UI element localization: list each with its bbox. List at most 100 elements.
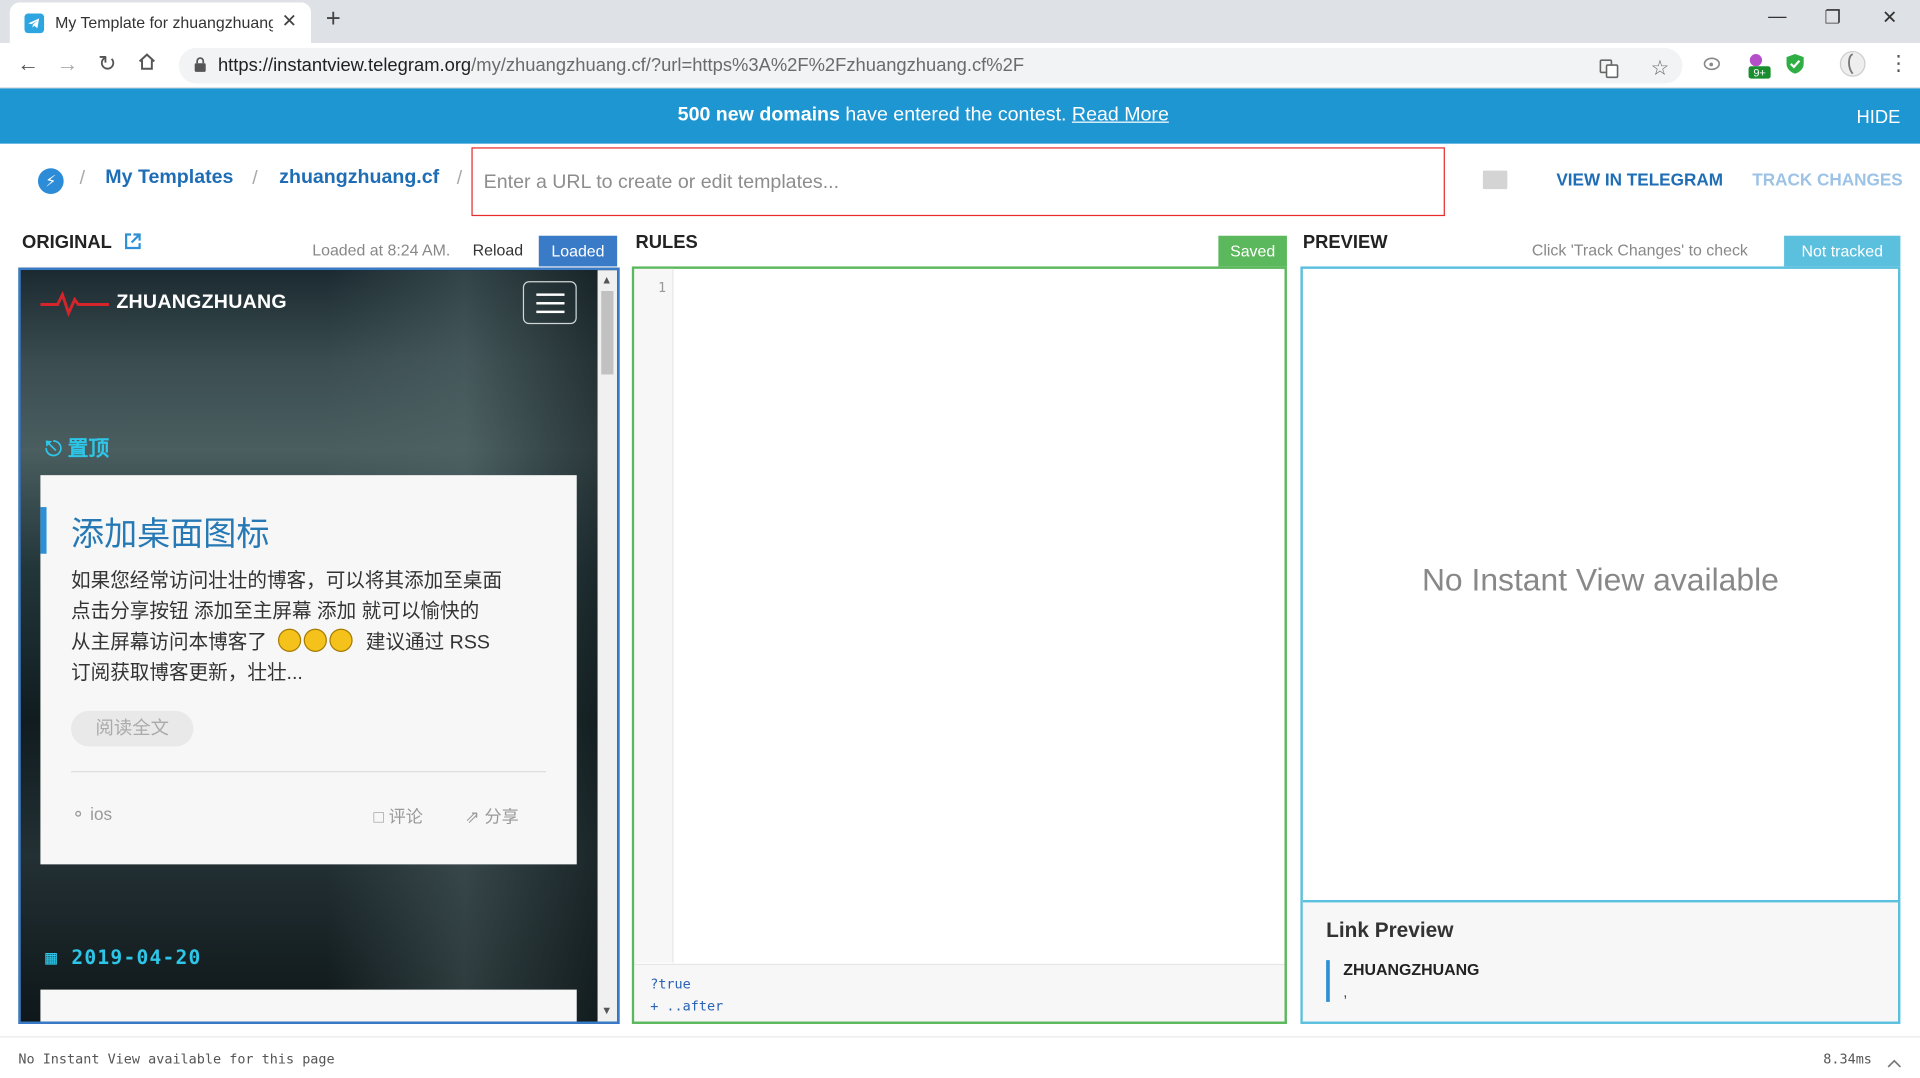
hamburger-menu-icon[interactable]: [522, 281, 577, 325]
view-in-telegram-button[interactable]: VIEW IN TELEGRAM: [1556, 169, 1723, 189]
breadcrumb-my-templates[interactable]: My Templates: [105, 167, 233, 189]
minimize-button[interactable]: —: [1768, 6, 1786, 27]
banner-hide-button[interactable]: HIDE: [1857, 107, 1901, 128]
banner-text: have entered the contest.: [839, 104, 1072, 126]
breadcrumb-separator: /: [252, 168, 258, 190]
track-changes-button[interactable]: TRACK CHANGES: [1752, 169, 1902, 189]
post-tag[interactable]: ⚬ ios: [71, 804, 112, 825]
post-excerpt-line: 如果您经常访问壮壮的博客，可以将其添加至桌面: [71, 570, 503, 592]
telegram-favicon-icon: [24, 13, 45, 34]
site-name[interactable]: ZHUANGZHUANG: [116, 292, 287, 314]
share-link[interactable]: ⇗ 分享: [465, 804, 518, 829]
profile-avatar[interactable]: [1839, 50, 1866, 82]
original-scrollbar[interactable]: ▲ ▼: [597, 270, 618, 1022]
console-line: + ..after: [650, 998, 724, 1015]
address-bar[interactable]: https://instantview.telegram.org/my/zhua…: [178, 47, 1683, 84]
banner-bold-text: 500 new domains: [677, 104, 840, 126]
placeholder-square-icon: [1482, 170, 1508, 190]
site-logo-icon: [40, 290, 109, 318]
line-number: 1: [658, 279, 667, 296]
scrollbar-thumb[interactable]: [601, 290, 614, 375]
template-url-input[interactable]: [483, 164, 1415, 202]
shield-icon[interactable]: [1785, 53, 1805, 80]
original-page-frame[interactable]: ZHUANGZHUANG ⎋ 置顶 添加桌面图标 如果您经常访问壮壮的博客，可以…: [18, 267, 620, 1024]
close-window-button[interactable]: ✕: [1882, 6, 1897, 28]
reload-icon[interactable]: ↻: [98, 52, 116, 78]
post-excerpt-line: 订阅获取博客更新，壮壮...: [71, 663, 303, 684]
scroll-down-arrow-icon[interactable]: ▼: [601, 1004, 612, 1016]
original-panel-title: ORIGINAL: [22, 232, 112, 253]
track-changes-hint: Click 'Track Changes' to check: [1531, 240, 1748, 260]
rules-output-console: ?true + ..after: [634, 963, 1285, 1022]
browser-tab[interactable]: My Template for zhuangzhuang.cf ✕: [9, 2, 312, 43]
chevron-up-icon[interactable]: [1887, 1052, 1902, 1074]
console-line: ?true: [650, 976, 691, 993]
translate-icon[interactable]: [1599, 59, 1619, 84]
post-tag-text: ios: [90, 804, 113, 824]
new-tab-button[interactable]: +: [326, 5, 341, 34]
grin-emoji-icon: [303, 628, 327, 652]
post-excerpt-fragment: 建议通过 RSS: [365, 632, 490, 654]
tag-icon: ⚬: [71, 804, 86, 824]
link-preview-section: Link Preview ZHUANGZHUANG ,: [1302, 899, 1898, 1022]
post-title-accent: [40, 507, 47, 554]
post-date-row: ▦ 2019-04-20: [45, 945, 201, 968]
breadcrumb-separator: /: [456, 168, 463, 190]
post-date: 2019-04-20: [71, 945, 202, 969]
pinned-text: 置顶: [67, 437, 110, 461]
preview-frame: No Instant View available Link Preview Z…: [1300, 266, 1901, 1024]
url-host: https://instantview.telegram.org: [217, 55, 472, 77]
external-link-icon[interactable]: [124, 232, 142, 257]
link-preview-site-name: ZHUANGZHUANG: [1343, 960, 1480, 979]
pinned-label: ⎋ 置顶: [45, 431, 109, 462]
comment-text: 评论: [388, 806, 423, 827]
browser-toolbar: ← → ↻ https://instantview.telegram.org/m…: [0, 42, 1920, 89]
line-number-gutter: 1: [634, 268, 674, 963]
link-preview-accent: [1326, 960, 1330, 1002]
post-excerpt: 如果您经常访问壮壮的博客，可以将其添加至桌面 点击分享按钮 添加至主屏幕 添加 …: [71, 566, 561, 689]
breadcrumb-domain[interactable]: zhuangzhuang.cf: [279, 167, 439, 189]
read-more-button[interactable]: 阅读全文: [71, 710, 194, 747]
back-arrow-icon[interactable]: ←: [17, 52, 39, 78]
link-preview-title: Link Preview: [1326, 918, 1454, 942]
next-post-card: [40, 989, 577, 1022]
extension-badge-count: 9+: [1753, 68, 1766, 80]
preview-panel-title: PREVIEW: [1302, 232, 1388, 253]
banner-message: 500 new domains have entered the contest…: [0, 104, 1847, 126]
grin-emoji-icon: [277, 628, 302, 652]
post-title[interactable]: 添加桌面图标: [71, 507, 269, 555]
tab-close-icon[interactable]: ✕: [282, 10, 297, 32]
banner-read-more-link[interactable]: Read More: [1072, 104, 1169, 125]
post-excerpt-fragment: 从主屏幕访问本博客了: [71, 632, 267, 654]
rules-editor[interactable]: 1 ?true + ..after: [631, 266, 1287, 1024]
template-url-field[interactable]: [471, 147, 1445, 217]
status-message: No Instant View available for this page: [18, 1050, 335, 1067]
bookmark-star-icon[interactable]: ☆: [1651, 56, 1670, 81]
scroll-up-arrow-icon[interactable]: ▲: [601, 274, 612, 286]
post-excerpt-line: 从主屏幕访问本博客了 建议通过 RSS: [71, 627, 561, 658]
browser-tab-strip: My Template for zhuangzhuang.cf ✕ + — ❐ …: [0, 0, 1920, 43]
share-icon: ⇗: [465, 806, 480, 827]
forward-arrow-icon[interactable]: →: [56, 52, 78, 78]
url-text: https://instantview.telegram.org/my/zhua…: [218, 55, 1024, 76]
grin-emoji-icon: [329, 628, 353, 652]
loaded-badge: Loaded: [538, 235, 618, 267]
no-instant-view-message: No Instant View available: [1421, 561, 1779, 598]
status-timing: 8.34ms: [1823, 1050, 1872, 1067]
app-header: ⚡ / My Templates / zhuangzhuang.cf / VIE…: [0, 144, 1920, 218]
share-text: 分享: [484, 806, 519, 827]
tab-title: My Template for zhuangzhuang.cf: [55, 13, 274, 32]
status-divider: [0, 1036, 1920, 1038]
link-preview-description: ,: [1343, 983, 1348, 1001]
lock-icon: [193, 56, 206, 76]
restore-button[interactable]: ❐: [1824, 6, 1840, 28]
post-card: 添加桌面图标 如果您经常访问壮壮的博客，可以将其添加至桌面 点击分享按钮 添加至…: [40, 475, 577, 865]
rules-panel-title: RULES: [635, 232, 698, 253]
menu-kebab-icon[interactable]: ⋮: [1888, 52, 1909, 77]
instant-view-logo-icon[interactable]: ⚡: [37, 168, 64, 194]
reload-link[interactable]: Reload: [473, 241, 523, 259]
home-icon[interactable]: [137, 52, 157, 78]
weibo-icon[interactable]: [1703, 54, 1723, 76]
comment-link[interactable]: □ 评论: [373, 804, 422, 829]
extension-badge-icon[interactable]: 9+: [1746, 52, 1773, 86]
